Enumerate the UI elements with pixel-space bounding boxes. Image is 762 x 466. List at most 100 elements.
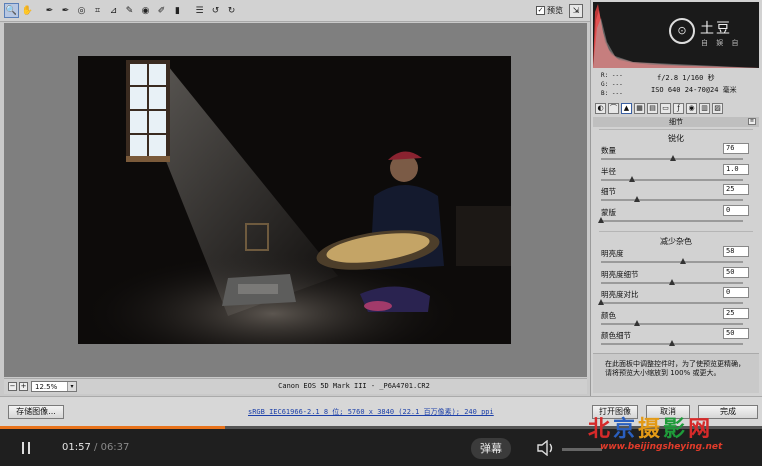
slider-thumb[interactable]: [598, 299, 604, 305]
tudou-logo-sub: 自 娱 自: [701, 39, 742, 47]
slider-label: 明亮度对比: [601, 290, 639, 299]
slider-value-input[interactable]: 0: [723, 287, 749, 298]
slider-value-input[interactable]: 0: [723, 204, 749, 216]
detail-tab-icon[interactable]: ▲: [621, 102, 632, 114]
split-toning-tab-icon[interactable]: ▤: [647, 102, 658, 114]
total-time: 06:37: [100, 442, 130, 453]
zoom-in-button[interactable]: +: [19, 382, 28, 391]
preferences-tool-icon[interactable]: ☰: [192, 3, 207, 18]
slider-thumb[interactable]: [669, 340, 675, 346]
spot-removal-tool-icon[interactable]: ✎: [122, 3, 137, 18]
zoom-out-button[interactable]: −: [8, 382, 17, 391]
slider-value-input[interactable]: 1.0: [723, 163, 749, 175]
slider-sharpen-3: 蒙版 0: [598, 204, 749, 227]
slider-label: 颜色细节: [601, 331, 631, 340]
slider-noise-3: 颜色 25: [601, 307, 749, 330]
photo-image: [78, 56, 511, 344]
slider-label: 明亮度: [601, 249, 624, 258]
photo-preview: [78, 56, 511, 344]
slider-label: 细节: [601, 187, 616, 196]
slider-value-input[interactable]: 58: [723, 246, 749, 257]
slider-noise-2: 明亮度对比 0: [598, 287, 749, 309]
slider-thumb[interactable]: [629, 175, 636, 182]
rotate-right-tool-icon[interactable]: ↻: [224, 3, 239, 18]
slider-thumb[interactable]: [633, 319, 640, 326]
slider-track[interactable]: [601, 199, 743, 201]
watermark-url: www.beijingsheying.net: [600, 442, 723, 452]
slider-track[interactable]: [601, 178, 743, 181]
r-label: R: ---: [601, 72, 623, 79]
straighten-tool-icon[interactable]: ⊿: [106, 3, 121, 18]
section-title: 细节: [669, 118, 683, 126]
save-image-button[interactable]: 存储图像...: [8, 405, 64, 419]
presets-tab-icon[interactable]: ▥: [699, 102, 710, 114]
toolbar: 🔍 ✋ ✒ ✒ ◎ ⌗ ⊿ ✎ ◉ ✐ ▮ ☰ ↺ ↻: [0, 0, 590, 22]
fx-tab-icon[interactable]: ƒ: [673, 102, 684, 114]
snapshots-tab-icon[interactable]: ▨: [712, 102, 723, 114]
zoom-select[interactable]: 12.5% ▾: [31, 381, 77, 392]
aperture-shutter: f/2.8 1/160 秒: [657, 74, 715, 82]
pause-button[interactable]: [20, 442, 32, 454]
slider-sharpen-2: 细节 25: [601, 184, 749, 206]
hand-tool-icon[interactable]: ✋: [20, 3, 35, 18]
right-panel: ⊙ 土豆 自 娱 自 R: --- G: --- B: --- f/2.8 1/…: [590, 0, 762, 396]
tudou-logo-text: 土豆: [700, 21, 732, 37]
image-canvas[interactable]: [4, 23, 587, 377]
fullscreen-button[interactable]: ⇲: [569, 4, 583, 18]
video-time: 01:57 / 06:37: [62, 442, 130, 453]
slider-value-input[interactable]: 50: [723, 266, 749, 278]
slider-sharpen-1: 半径 1.0: [601, 163, 749, 186]
slider-label: 半径: [601, 166, 616, 176]
slider-sharpen-0: 数量 76: [601, 143, 749, 165]
preview-checkbox-group[interactable]: ✓ 预览: [536, 5, 563, 16]
slider-thumb[interactable]: [598, 216, 604, 223]
b-label: B: ---: [601, 90, 623, 97]
slider-thumb[interactable]: [680, 258, 687, 264]
pause-icon: [22, 442, 24, 454]
lens-tab-icon[interactable]: ▭: [660, 102, 671, 114]
crop-tool-icon[interactable]: ⌗: [90, 3, 105, 18]
graduated-filter-tool-icon[interactable]: ▮: [170, 3, 185, 18]
histogram: ⊙ 土豆 自 娱 自: [593, 2, 759, 68]
panel-menu-icon[interactable]: ≡: [748, 118, 756, 125]
tip-line-2: 请将预览大小缩放到 100% 或更大。: [605, 369, 721, 377]
slider-value-input[interactable]: 25: [723, 184, 749, 195]
tip-line-1: 在此面板中调整控件时，为了使预览更精确，: [605, 360, 745, 368]
chevron-down-icon: ▾: [67, 382, 76, 391]
current-time: 01:57: [62, 442, 91, 453]
slider-value-input[interactable]: 25: [723, 307, 749, 319]
slider-track[interactable]: [601, 302, 743, 304]
slider-thumb[interactable]: [633, 196, 640, 202]
camera-calibration-tab-icon[interactable]: ◉: [686, 102, 697, 114]
section-header: 细节 ≡: [593, 117, 759, 127]
slider-thumb[interactable]: [670, 155, 677, 161]
volume-icon[interactable]: [537, 440, 555, 456]
workflow-options-link[interactable]: sRGB IEC61966-2.1 8 位; 5760 x 3840 (22.1…: [248, 407, 494, 417]
slider-noise-1: 明亮度细节 50: [601, 266, 749, 289]
slider-label: 数量: [601, 146, 616, 155]
camera-raw-window: 🔍 ✋ ✒ ✒ ◎ ⌗ ⊿ ✎ ◉ ✐ ▮ ☰ ↺ ↻ ✓ 预览 ⇲ − + 1…: [0, 0, 762, 430]
status-bar: − + 12.5% ▾ Canon EOS 5D Mark III - _P6A…: [4, 378, 587, 394]
slider-track[interactable]: [601, 322, 743, 325]
watermark-title: 北京摄影网: [588, 417, 714, 442]
slider-value-input[interactable]: 50: [723, 328, 749, 339]
danmu-button[interactable]: 弹幕: [471, 438, 511, 459]
preview-checkbox[interactable]: ✓: [536, 6, 545, 15]
slider-thumb[interactable]: [669, 278, 675, 285]
target-adjust-tool-icon[interactable]: ◎: [74, 3, 89, 18]
divider: [599, 231, 753, 232]
white-balance-tool-icon[interactable]: ✒: [42, 3, 57, 18]
divider: [599, 129, 753, 130]
color-sampler-tool-icon[interactable]: ✒: [58, 3, 73, 18]
watermark: 北京摄影网 www.beijingsheying.net: [580, 411, 760, 461]
slider-track[interactable]: [601, 261, 743, 263]
adjustment-brush-tool-icon[interactable]: ✐: [154, 3, 169, 18]
slider-track[interactable]: [601, 219, 743, 222]
slider-value-input[interactable]: 76: [723, 143, 749, 154]
hsl-tab-icon[interactable]: ▦: [634, 102, 645, 114]
basic-tab-icon[interactable]: ◐: [595, 102, 606, 114]
red-eye-tool-icon[interactable]: ◉: [138, 3, 153, 18]
tone-curve-tab-icon[interactable]: ⌒: [608, 102, 619, 114]
rotate-left-tool-icon[interactable]: ↺: [208, 3, 223, 18]
zoom-tool-icon[interactable]: 🔍: [4, 3, 19, 18]
